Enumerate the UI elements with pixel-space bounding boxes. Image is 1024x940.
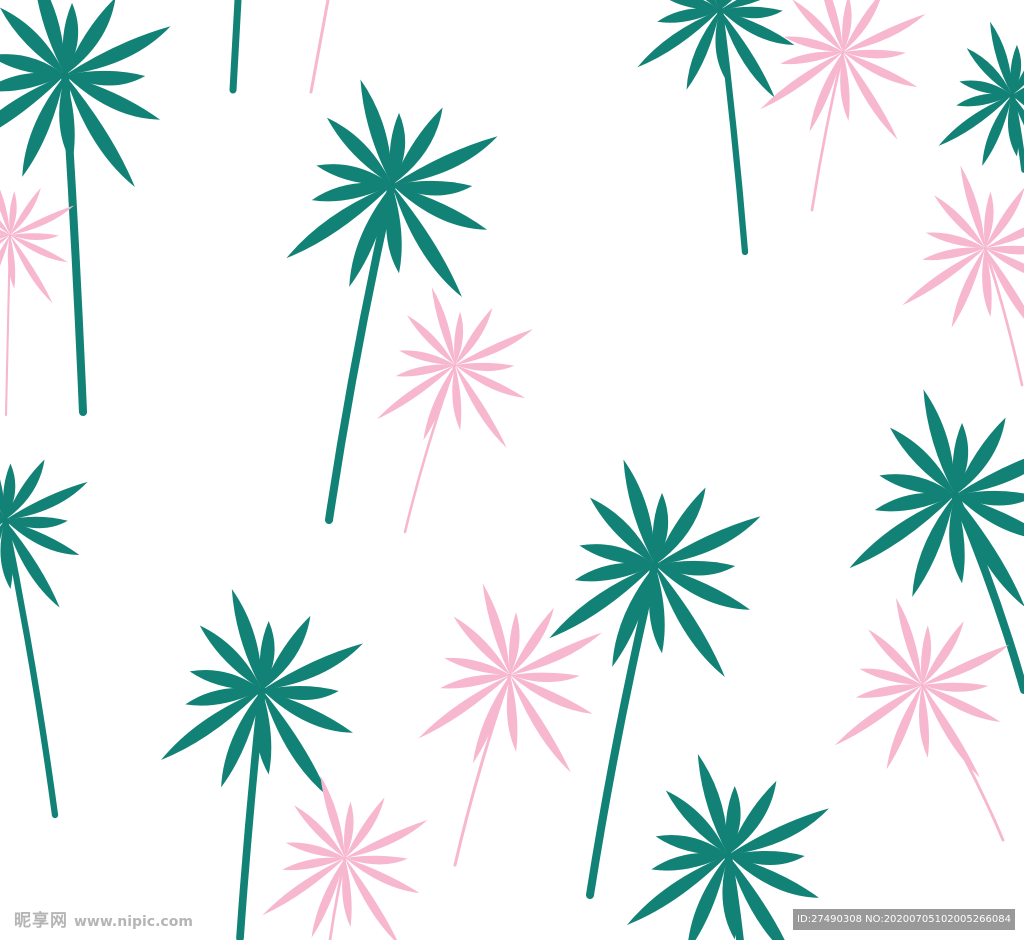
background (0, 0, 1024, 940)
teal-palm-trunk (229, 0, 242, 94)
watermark-logo-text: 昵享网 (14, 911, 68, 931)
palm-pattern-canvas (0, 0, 1024, 940)
watermark-site: www.nipic.com (74, 914, 193, 930)
watermark-logo: 昵享网 www.nipic.com (14, 909, 193, 933)
watermark-id: ID:27490308 NO:20200705102005266084 (793, 909, 1015, 930)
